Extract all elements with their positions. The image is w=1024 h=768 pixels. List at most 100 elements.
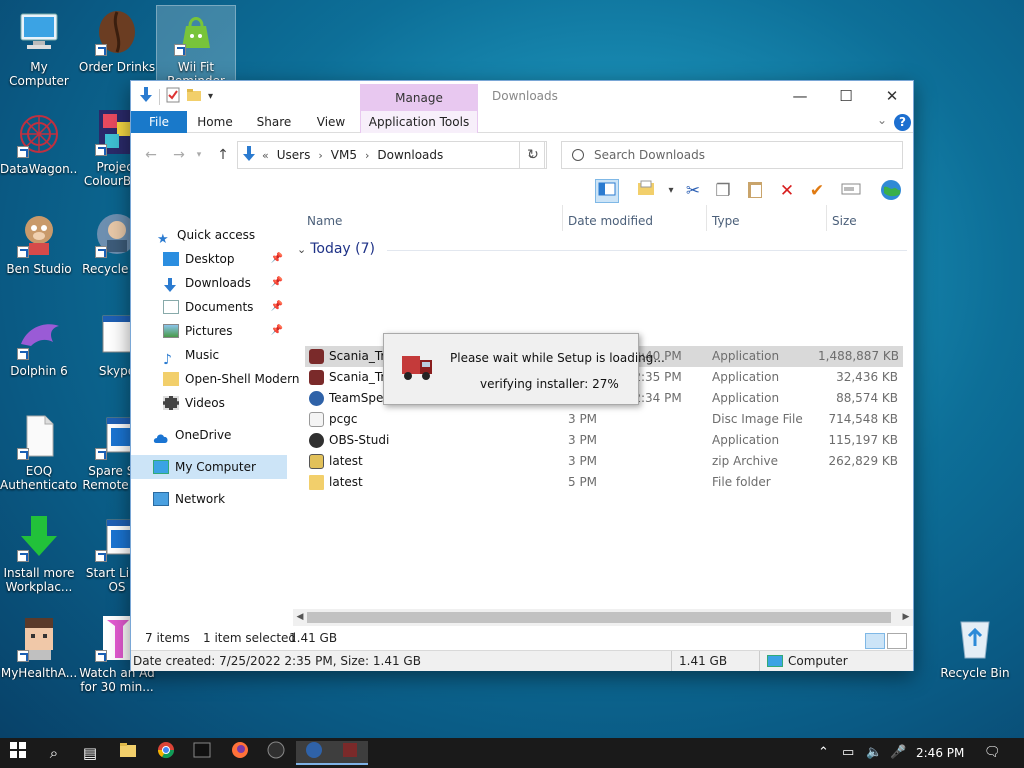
scroll-left-icon[interactable]: ◀ — [293, 609, 307, 626]
folder-options-icon[interactable] — [635, 179, 659, 203]
column-divider[interactable] — [826, 205, 827, 231]
firefox-icon[interactable] — [222, 741, 258, 765]
column-header-date[interactable]: Date modified — [568, 211, 653, 231]
group-header-today[interactable]: ⌄ Today (7) — [297, 241, 907, 257]
close-button[interactable]: ✕ — [869, 81, 915, 111]
start-button[interactable] — [0, 741, 36, 765]
desktop-icon-install-workplace[interactable]: Install more Workplac... — [0, 514, 78, 594]
volume-icon[interactable]: 🔈 — [866, 738, 882, 768]
collapse-ribbon-icon[interactable]: ⌄ — [877, 113, 887, 127]
customize-qat-icon[interactable]: ▾ — [208, 91, 213, 102]
pin-icon[interactable]: 📌 — [271, 247, 283, 271]
notification-icon[interactable]: 🗨 — [984, 738, 1001, 768]
forward-arrow-icon[interactable]: → — [169, 145, 189, 165]
desktop-icon-eoq-authenticator[interactable]: EOQ Authenticator — [0, 412, 78, 492]
desktop-icon-ben-studio[interactable]: Ben Studio — [0, 210, 78, 276]
desktop-icon-order-drinks[interactable]: Order Drinks — [78, 8, 156, 74]
maximize-button[interactable]: ☐ — [823, 81, 869, 111]
desktop-icon-wii-fit[interactable]: Wii Fit Reminder — [156, 5, 236, 88]
table-row[interactable]: OBS-Studi 3 PM Application 115,197 KB — [305, 430, 903, 451]
tab-share[interactable]: Share — [251, 111, 297, 133]
column-header-size[interactable]: Size — [832, 211, 857, 231]
microphone-icon[interactable]: 🎤 — [890, 738, 906, 768]
breadcrumb-downloads[interactable]: Downloads — [377, 148, 443, 162]
large-icons-view-icon[interactable] — [887, 632, 907, 649]
nav-pictures[interactable]: Pictures 📌 — [131, 319, 287, 343]
tab-application-tools[interactable]: Application Tools — [360, 111, 478, 133]
desktop-icon-dolphin[interactable]: Dolphin 6 — [0, 312, 78, 378]
nav-network[interactable]: Network — [131, 487, 287, 511]
truck-app-icon — [309, 349, 324, 364]
breadcrumb-overflow[interactable]: « — [262, 149, 269, 162]
tab-home[interactable]: Home — [191, 111, 239, 133]
paste-icon[interactable] — [743, 179, 767, 203]
breadcrumb-users[interactable]: Users — [277, 148, 311, 162]
table-row[interactable]: latest 5 PM File folder — [305, 472, 903, 493]
nav-my-computer[interactable]: My Computer — [131, 455, 287, 479]
preview-pane-icon[interactable] — [595, 179, 619, 203]
cut-icon[interactable]: ✂ — [681, 179, 705, 203]
address-bar[interactable]: « Users › VM5 › Downloads ⌄ — [237, 141, 545, 169]
search-input[interactable]: Search Downloads — [561, 141, 903, 169]
truck-app-icon[interactable] — [332, 741, 368, 765]
nav-quick-access[interactable]: ★ Quick access — [131, 223, 287, 247]
desktop-icon-datawagon[interactable]: DataWagon... — [0, 110, 78, 176]
properties-icon[interactable] — [166, 87, 180, 106]
nav-music[interactable]: ♪ Music — [131, 343, 287, 368]
teamspeak-icon[interactable] — [296, 741, 332, 765]
breadcrumb-vm5[interactable]: VM5 — [331, 148, 357, 162]
chevron-right-icon[interactable]: › — [318, 149, 322, 162]
new-folder-icon[interactable] — [186, 88, 202, 105]
table-row[interactable]: latest 3 PM zip Archive 262,829 KB — [305, 451, 903, 472]
scrollbar-thumb[interactable] — [307, 612, 891, 623]
horizontal-scrollbar[interactable]: ◀ ▶ — [293, 609, 913, 626]
minimize-button[interactable]: — — [777, 81, 823, 111]
nav-videos[interactable]: Videos — [131, 391, 287, 415]
rename-icon[interactable] — [839, 179, 863, 203]
scroll-right-icon[interactable]: ▶ — [899, 609, 913, 626]
chrome-icon[interactable] — [148, 741, 184, 765]
details-view-icon[interactable] — [865, 632, 885, 649]
up-arrow-icon[interactable]: ↑ — [213, 145, 233, 165]
chevron-down-icon[interactable]: ▾ — [659, 179, 683, 203]
checkmark-icon[interactable]: ✔ — [805, 179, 829, 203]
help-icon[interactable]: ? — [894, 114, 911, 131]
desktop-icon-myhealth[interactable]: MyHealthA... — [0, 614, 78, 680]
file-explorer-icon[interactable] — [110, 741, 146, 765]
nav-open-shell-modern[interactable]: Open-Shell Modern — [131, 367, 300, 391]
column-divider[interactable] — [562, 205, 563, 231]
globe-icon[interactable] — [879, 179, 903, 203]
chevron-right-icon[interactable]: › — [365, 149, 369, 162]
obs-icon[interactable] — [258, 741, 294, 765]
desktop-icon-my-computer[interactable]: My Computer — [0, 8, 78, 88]
tab-file[interactable]: File — [131, 111, 187, 133]
chevron-up-icon[interactable]: ⌃ — [818, 738, 829, 768]
pin-icon[interactable]: 📌 — [271, 319, 283, 343]
refresh-icon[interactable]: ↻ — [519, 141, 547, 169]
task-view-icon[interactable]: ▤ — [72, 741, 108, 765]
clock[interactable]: 2:46 PM — [916, 738, 964, 768]
nav-downloads[interactable]: Downloads 📌 — [131, 271, 287, 295]
nav-documents[interactable]: Documents 📌 — [131, 295, 287, 319]
column-divider[interactable] — [706, 205, 707, 231]
recent-locations-icon[interactable]: ▾ — [189, 145, 209, 165]
tab-view[interactable]: View — [309, 111, 353, 133]
column-header-type[interactable]: Type — [712, 211, 740, 231]
nav-onedrive[interactable]: OneDrive — [131, 423, 287, 447]
table-row[interactable]: pcgc 3 PM Disc Image File 714,548 KB — [305, 409, 903, 430]
delete-icon[interactable]: ✕ — [775, 179, 799, 203]
title-bar[interactable]: ▾ Manage Downloads — ☐ ✕ — [131, 81, 915, 112]
back-arrow-icon[interactable]: ← — [141, 145, 161, 165]
column-header-name[interactable]: Name — [307, 211, 342, 231]
context-tab-manage[interactable]: Manage — [360, 84, 478, 112]
nav-desktop[interactable]: Desktop 📌 — [131, 247, 287, 271]
pin-icon[interactable]: 📌 — [271, 295, 283, 319]
terminal-icon[interactable] — [184, 741, 220, 765]
down-arrow-icon[interactable] — [139, 87, 153, 106]
network-icon[interactable]: ▭ — [842, 738, 854, 768]
desktop-icon-recycle-bin[interactable]: Recycle Bin — [936, 614, 1014, 680]
search-icon[interactable]: ⌕ — [36, 741, 72, 765]
pin-icon[interactable]: 📌 — [271, 271, 283, 295]
copy-icon[interactable]: ❐ — [711, 179, 735, 203]
recycle-bin-icon — [951, 614, 999, 662]
